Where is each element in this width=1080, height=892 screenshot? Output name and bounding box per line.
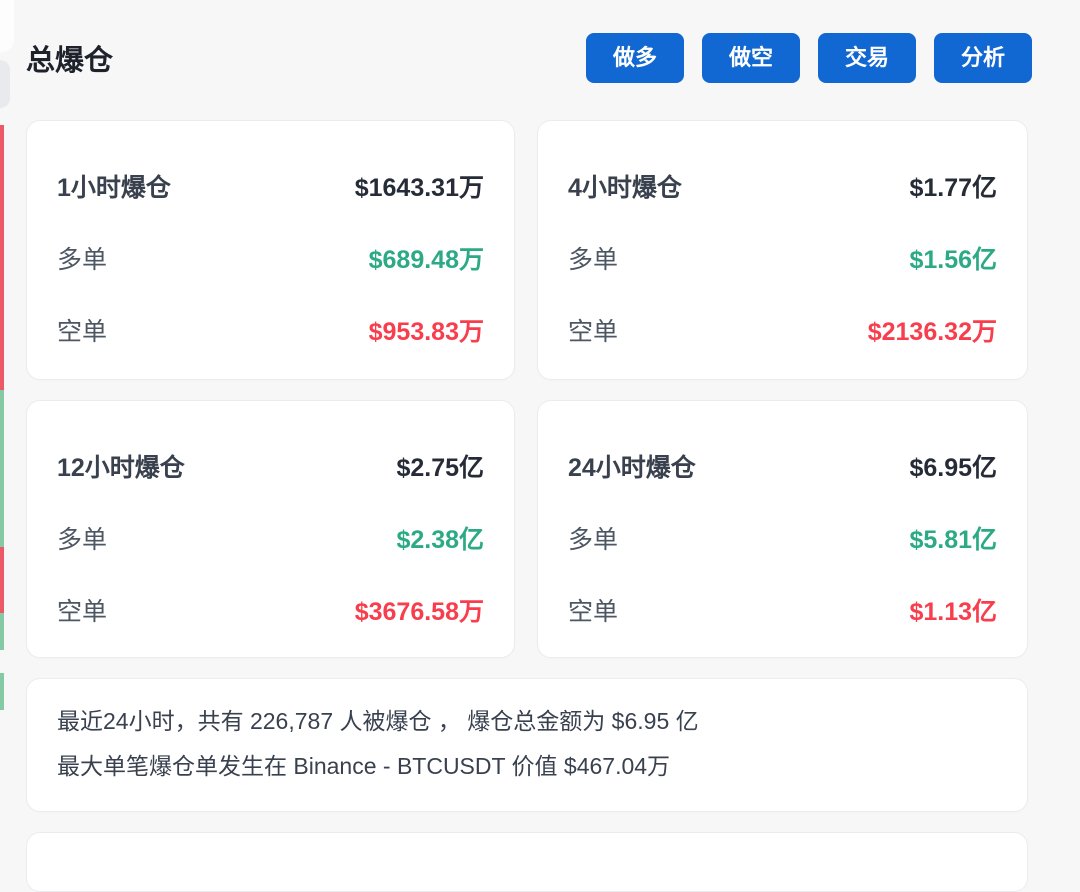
summary-card: 最近24小时，共有 226,787 人被爆仓 ， 爆仓总金额为 $6.95 亿 … xyxy=(26,678,1028,812)
feed-row-edge xyxy=(0,125,4,390)
short-value: $2136.32万 xyxy=(868,312,997,348)
short-value: $1.13亿 xyxy=(909,592,997,628)
liquidation-card-24h: 24小时爆仓 $6.95亿 多单 $5.81亿 空单 $1.13亿 xyxy=(537,400,1028,658)
card-title: 12小时爆仓 xyxy=(57,448,185,484)
long-value: $5.81亿 xyxy=(909,520,997,556)
long-label: 多单 xyxy=(57,240,107,276)
short-value: $3676.58万 xyxy=(355,592,484,628)
short-button[interactable]: 做空 xyxy=(702,33,800,83)
long-value: $1.56亿 xyxy=(909,240,997,276)
page-header: 总爆仓 做多 做空 交易 分析 xyxy=(26,33,1032,83)
summary-line-1: 最近24小时，共有 226,787 人被爆仓 ， 爆仓总金额为 $6.95 亿 xyxy=(57,699,997,744)
long-button[interactable]: 做多 xyxy=(586,33,684,83)
total-value: $1643.31万 xyxy=(355,168,484,204)
trade-button[interactable]: 交易 xyxy=(818,33,916,83)
long-value: $689.48万 xyxy=(369,240,484,276)
long-label: 多单 xyxy=(568,520,618,556)
analyze-button[interactable]: 分析 xyxy=(934,33,1032,83)
card-title: 1小时爆仓 xyxy=(57,168,171,204)
total-value: $2.75亿 xyxy=(396,448,484,484)
long-label: 多单 xyxy=(57,520,107,556)
feed-row-edge xyxy=(0,673,4,710)
card-title: 24小时爆仓 xyxy=(568,448,696,484)
liquidation-card-1h: 1小时爆仓 $1643.31万 多单 $689.48万 空单 $953.83万 xyxy=(26,120,515,380)
short-label: 空单 xyxy=(568,592,618,628)
long-value: $2.38亿 xyxy=(396,520,484,556)
page-title: 总爆仓 xyxy=(26,37,113,79)
feed-row-edge xyxy=(0,613,4,650)
adjacent-panel-pill xyxy=(0,60,10,108)
action-buttons: 做多 做空 交易 分析 xyxy=(586,33,1032,83)
next-card-partial xyxy=(26,832,1028,892)
short-label: 空单 xyxy=(57,592,107,628)
total-value: $6.95亿 xyxy=(909,448,997,484)
feed-row-edge xyxy=(0,390,4,547)
liquidation-card-12h: 12小时爆仓 $2.75亿 多单 $2.38亿 空单 $3676.58万 xyxy=(26,400,515,658)
card-title: 4小时爆仓 xyxy=(568,168,682,204)
adjacent-panel-corner xyxy=(0,0,14,52)
long-label: 多单 xyxy=(568,240,618,276)
short-value: $953.83万 xyxy=(369,312,484,348)
total-value: $1.77亿 xyxy=(909,168,997,204)
liquidation-card-4h: 4小时爆仓 $1.77亿 多单 $1.56亿 空单 $2136.32万 xyxy=(537,120,1028,380)
short-label: 空单 xyxy=(568,312,618,348)
feed-row-edge xyxy=(0,547,4,613)
liquidation-cards-grid: 1小时爆仓 $1643.31万 多单 $689.48万 空单 $953.83万 … xyxy=(26,120,1028,658)
short-label: 空单 xyxy=(57,312,107,348)
summary-line-2: 最大单笔爆仓单发生在 Binance - BTCUSDT 价值 $467.04万 xyxy=(57,744,997,789)
